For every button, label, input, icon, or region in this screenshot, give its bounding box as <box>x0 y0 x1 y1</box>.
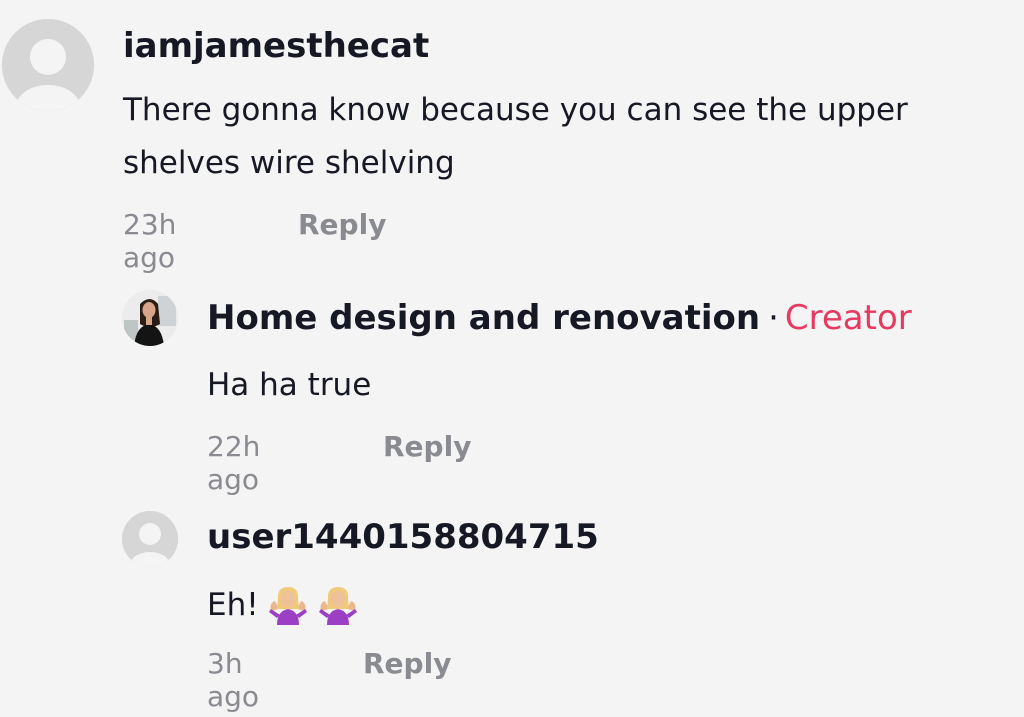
comment-username: Home design and renovation · Creator <box>207 298 912 338</box>
comment-text-row: Eh! <box>207 585 359 625</box>
reply-button[interactable]: Reply <box>383 430 471 463</box>
comments-panel: iamjamesthecat There gonna know because … <box>0 0 1024 717</box>
comment-text-continued: shelves wire shelving <box>123 145 455 181</box>
creator-badge: Creator <box>784 298 912 338</box>
comment-text: Ha ha true <box>207 367 372 403</box>
person-shrugging-emoji <box>268 587 307 625</box>
user-silhouette-icon <box>2 19 94 111</box>
creator-avatar[interactable] <box>122 290 178 346</box>
comment-text: There gonna know because you can see the… <box>123 92 908 128</box>
comment-timestamp: 23h ago <box>123 208 177 274</box>
reply-button[interactable]: Reply <box>363 647 451 680</box>
comment-text-value: Eh! <box>207 587 259 623</box>
default-avatar-icon[interactable] <box>2 19 94 111</box>
person-shrugging-emoji <box>318 587 357 625</box>
comment-text: Eh! <box>207 585 359 625</box>
user-silhouette-icon <box>122 511 178 567</box>
separator-dot: · <box>768 298 779 338</box>
comment-timestamp: 3h ago <box>207 647 260 713</box>
comment-timestamp: 22h ago <box>207 430 261 496</box>
default-avatar-icon[interactable] <box>122 511 178 567</box>
comment-username[interactable]: user1440158804715 <box>207 517 599 557</box>
creator-username[interactable]: Home design and renovation <box>207 298 760 338</box>
creator-photo <box>122 290 178 346</box>
comment-username[interactable]: iamjamesthecat <box>123 26 429 66</box>
reply-button[interactable]: Reply <box>298 208 386 241</box>
